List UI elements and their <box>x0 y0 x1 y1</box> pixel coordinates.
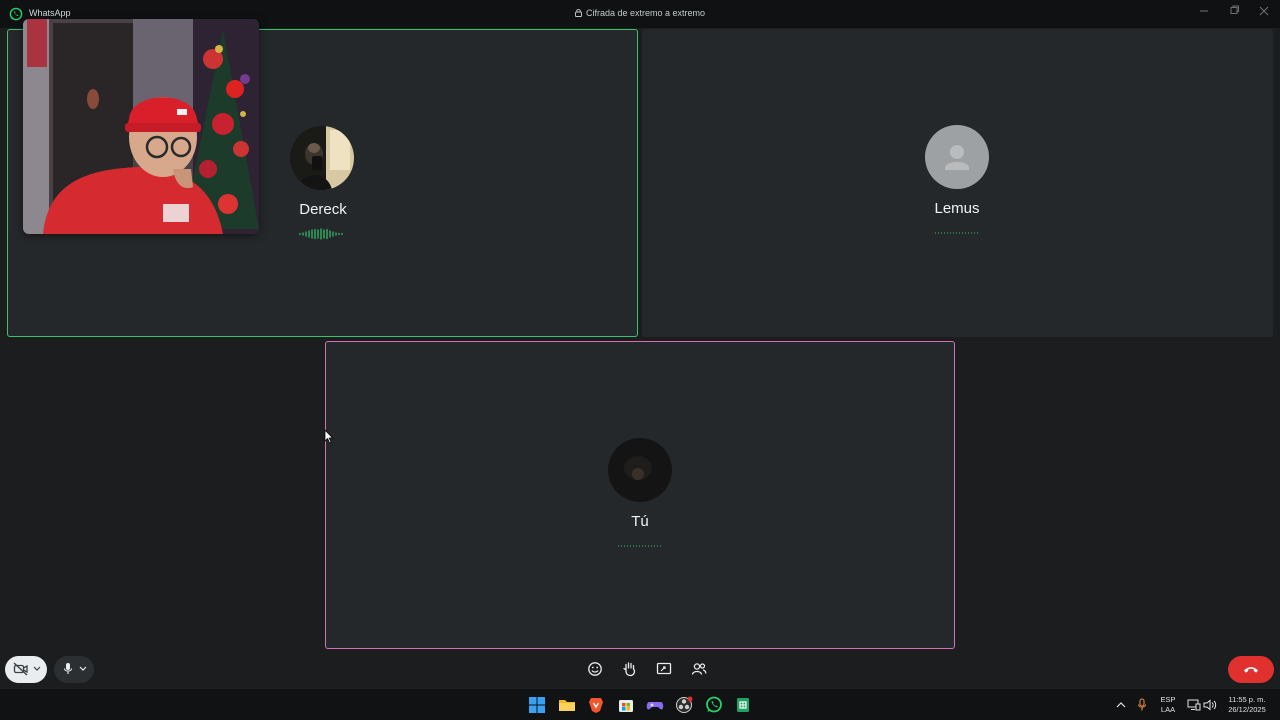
chevron-down-icon <box>33 666 41 671</box>
clock-date: 26/12/2025 <box>1228 705 1266 714</box>
language-code: ESP <box>1160 695 1176 704</box>
restore-icon <box>1230 5 1239 14</box>
camera-off-icon <box>13 662 28 676</box>
microphone-toggle-button[interactable] <box>54 656 94 683</box>
share-screen-icon[interactable] <box>655 660 673 678</box>
encryption-label: Cifrada de extremo a extremo <box>585 8 706 18</box>
file-explorer-icon[interactable] <box>557 695 577 715</box>
obs-icon[interactable] <box>674 695 694 715</box>
emoji-icon[interactable] <box>586 660 604 678</box>
game-icon[interactable] <box>645 695 665 715</box>
voice-activity-dereck <box>299 228 343 240</box>
voice-activity-lemus <box>935 232 979 234</box>
windows-taskbar: ESP LAA 11:55 p. m. 26/12/2025 <box>0 688 1280 720</box>
camera-toggle-button[interactable] <box>5 656 47 683</box>
store-icon[interactable] <box>616 695 636 715</box>
clock-time: 11:55 p. m. <box>1228 695 1266 704</box>
end-call-icon <box>1244 667 1258 673</box>
minimize-icon <box>1200 10 1208 12</box>
network-icon[interactable] <box>1187 699 1201 711</box>
participant-name-lemus: Lemus <box>934 200 980 217</box>
default-user-icon <box>945 145 969 170</box>
volume-icon[interactable] <box>1203 699 1217 711</box>
maximize-button[interactable] <box>1226 4 1242 18</box>
chevron-down-icon <box>79 666 87 671</box>
close-icon <box>1259 6 1269 16</box>
close-button[interactable] <box>1256 4 1272 18</box>
participant-tile-lemus[interactable]: Lemus <box>642 29 1273 337</box>
video-frame <box>23 19 259 234</box>
microphone-icon <box>63 663 73 674</box>
end-call-button[interactable] <box>1228 656 1274 683</box>
minimize-button[interactable] <box>1196 4 1212 18</box>
avatar-lemus <box>925 125 989 189</box>
call-controls <box>0 652 1280 688</box>
microphone-in-use-icon[interactable] <box>1137 698 1147 712</box>
lock-icon <box>575 9 582 17</box>
language-indicator[interactable]: ESP LAA <box>1156 695 1180 715</box>
avatar-you <box>608 438 672 502</box>
participant-tile-you[interactable]: Tú <box>325 341 955 649</box>
brave-icon[interactable] <box>586 695 606 715</box>
avatar-dereck <box>290 126 354 190</box>
sheets-icon[interactable] <box>733 695 753 715</box>
raise-hand-icon[interactable] <box>621 660 639 678</box>
participant-name-you: Tú <box>631 513 649 530</box>
clock[interactable]: 11:55 p. m. 26/12/2025 <box>1222 695 1272 715</box>
whatsapp-icon[interactable] <box>704 695 724 715</box>
keyboard-layout: LAA <box>1160 705 1176 714</box>
chevron-up-icon[interactable] <box>1116 701 1126 709</box>
self-video-preview[interactable] <box>23 19 259 234</box>
add-participant-icon[interactable] <box>690 660 708 678</box>
windows-start-icon[interactable] <box>527 695 547 715</box>
mouse-cursor-icon <box>324 429 334 444</box>
encryption-notice: Cifrada de extremo a extremo <box>0 8 1280 18</box>
voice-activity-you <box>618 545 662 547</box>
